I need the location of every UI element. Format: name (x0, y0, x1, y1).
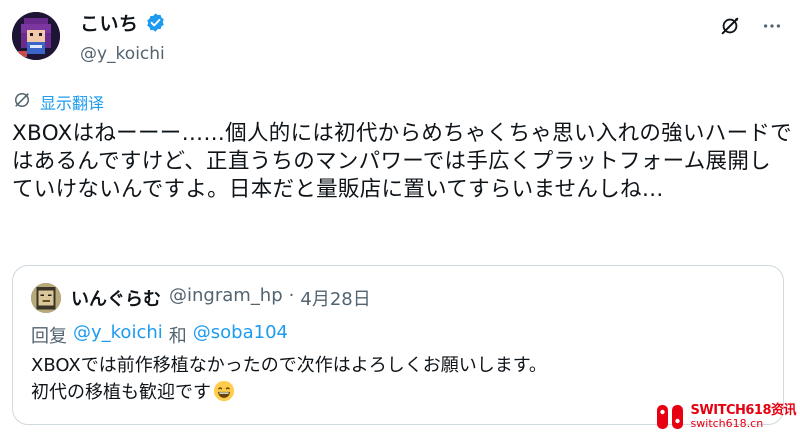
show-translation-label: 显示翻译 (40, 94, 105, 113)
author-avatar[interactable] (12, 12, 60, 60)
meta-separator: · (288, 285, 295, 306)
author-handle[interactable]: @y_koichi (80, 44, 166, 64)
show-translation-link[interactable]: 显示翻译 (12, 90, 104, 114)
quoted-author-avatar[interactable] (31, 283, 61, 313)
reply-mention-user1[interactable]: @y_koichi (73, 322, 163, 348)
author-display-name[interactable]: こいち (80, 9, 139, 36)
quoted-author-display-name[interactable]: いんぐらむ (71, 285, 161, 311)
quoted-text-line-1: XBOXでは前作移植なかったので次作はよろしくお願いします。 (31, 355, 547, 376)
more-icon[interactable] (760, 14, 784, 38)
watermark-url: switch618.cn (690, 417, 764, 430)
switch-logo-icon (655, 402, 685, 432)
tweet-text: XBOXはねーーー……個人的には初代からめちゃくちゃ思い入れの強いハードではある… (12, 121, 792, 202)
quoted-text-line-2: 初代の移植も歓迎です (31, 382, 211, 403)
reply-and: 和 (168, 326, 187, 347)
quoted-tweet-text: XBOXでは前作移植なかったので次作はよろしくお願いします。 初代の移植も歓迎で… (31, 352, 547, 406)
translate-icon (12, 90, 32, 114)
tweet-author: こいち @y_koichi (80, 9, 166, 65)
reply-context: 回复 @y_koichi 和 @soba104 (31, 322, 288, 348)
grinning-face-emoji (213, 380, 235, 402)
site-watermark: SWITCH618资讯 switch618.cn (655, 402, 797, 432)
grok-icon[interactable] (718, 14, 742, 38)
watermark-title: SWITCH618资讯 (690, 403, 797, 418)
quoted-tweet[interactable]: いんぐらむ @ingram_hp · 4月28日 回复 @y_koichi 和 … (12, 265, 784, 425)
quoted-author-handle[interactable]: @ingram_hp (169, 285, 283, 311)
tweet-top-actions (718, 14, 784, 38)
verified-badge-icon (145, 12, 166, 33)
quoted-tweet-date[interactable]: 4月28日 (300, 285, 370, 311)
reply-prefix: 回复 (31, 326, 67, 347)
reply-mention-user2[interactable]: @soba104 (193, 322, 288, 348)
